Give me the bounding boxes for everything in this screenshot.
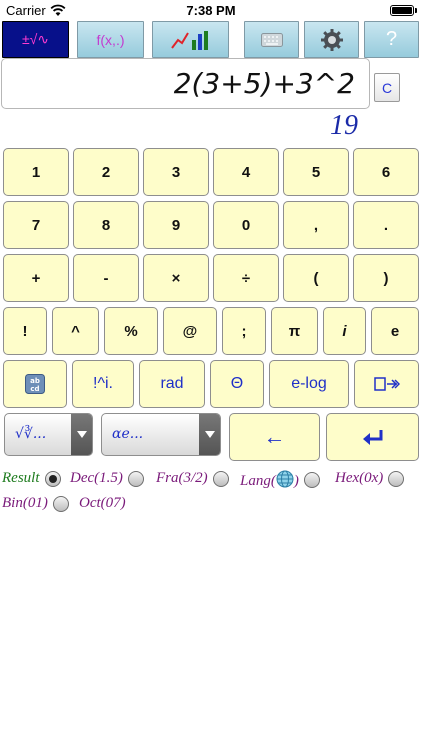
key-minus[interactable]: - [73,254,139,302]
help-button[interactable]: ? [364,21,419,58]
key-close-paren[interactable]: ) [353,254,419,302]
mode-decimal[interactable]: Dec(1.5) [70,470,144,487]
decimal-radio[interactable] [127,470,144,487]
gear-icon [320,28,343,51]
key-8[interactable]: 8 [73,201,139,249]
key-imaginary-label: i [342,322,347,340]
result-value: 19 [330,110,358,141]
key-delete[interactable] [354,360,419,408]
key-0[interactable]: 0 [213,201,279,249]
key-5[interactable]: 5 [283,148,349,196]
key-e-log[interactable]: e-log [269,360,349,408]
math-symbols-button[interactable]: ±√∿ [2,21,69,58]
key-comma[interactable]: , [283,201,349,249]
clear-button[interactable]: C [374,73,400,102]
math-symbols-label: ±√∿ [21,31,50,47]
letters-dropdown-label: αe... [112,426,144,442]
key-divide[interactable]: ÷ [213,254,279,302]
battery-icon [390,5,414,16]
functions-label: f(x,.) [96,31,125,48]
key-open-paren[interactable]: ( [283,254,349,302]
key-letters[interactable]: ab cd [3,360,67,408]
expression-text: 2(3+5)+3^2 [173,67,355,100]
mode-binary[interactable]: Bin(01) [2,495,69,512]
key-power[interactable]: ^ [52,307,99,355]
key-imaginary[interactable]: i [323,307,366,355]
key-pi[interactable]: π [271,307,318,355]
key-3[interactable]: 3 [143,148,209,196]
octal-mode-label: Oct(07) [79,495,126,511]
key-2[interactable]: 2 [73,148,139,196]
help-label: ? [385,28,398,50]
settings-button[interactable] [304,21,359,58]
key-at[interactable]: @ [163,307,217,355]
return-icon [362,430,382,445]
graph-button[interactable] [152,21,229,58]
key-radians[interactable]: rad [139,360,205,408]
hex-radio[interactable] [388,470,405,487]
key-multiply[interactable]: × [143,254,209,302]
key-plus[interactable]: + [3,254,69,302]
globe-icon [276,470,294,488]
key-semicolon[interactable]: ; [222,307,266,355]
key-4[interactable]: 4 [213,148,279,196]
hex-mode-label: Hex(0x) [335,470,384,486]
roots-dropdown[interactable]: √∛... [4,413,93,456]
key-6[interactable]: 6 [353,148,419,196]
key-theta[interactable]: Θ [210,360,264,408]
decimal-mode-label: Dec(1.5) [70,470,123,486]
svg-text:ab: ab [30,377,40,385]
mode-fraction[interactable]: Fra(3/2) [156,470,229,487]
key-percent[interactable]: % [104,307,158,355]
key-9[interactable]: 9 [143,201,209,249]
binary-mode-label: Bin(01) [2,495,48,511]
mode-hex[interactable]: Hex(0x) [335,470,405,487]
key-decimal-point[interactable]: . [353,201,419,249]
clock: 7:38 PM [186,3,236,18]
mode-language[interactable]: Lang( ) [240,470,320,490]
keyboard-icon [260,32,283,47]
result-radio[interactable] [44,470,61,487]
keyboard-button[interactable] [244,21,299,58]
language-mode-label: Lang( ) [240,470,299,490]
chevron-down-icon [71,414,92,455]
key-special-syntax[interactable]: !^i. [72,360,134,408]
svg-text:cd: cd [30,385,39,393]
functions-button[interactable]: f(x,.) [77,21,144,58]
language-radio[interactable] [303,472,320,488]
status-bar: Carrier 7:38 PM [0,0,422,22]
key-1[interactable]: 1 [3,148,69,196]
key-backspace[interactable]: ← [229,413,320,461]
roots-dropdown-label: √∛... [15,426,47,442]
clear-label: C [381,79,393,96]
mode-result[interactable]: Result [2,470,61,487]
fraction-mode-label: Fra(3/2) [156,470,208,486]
fraction-radio[interactable] [212,470,229,487]
result-mode-label: Result [2,470,40,486]
key-7[interactable]: 7 [3,201,69,249]
expression-input[interactable]: 2(3+5)+3^2 [1,58,370,109]
key-factorial[interactable]: ! [3,307,47,355]
delete-icon [373,377,400,391]
binary-radio[interactable] [52,495,69,512]
mode-octal[interactable]: Oct(07) [79,495,126,512]
key-euler[interactable]: e [371,307,419,355]
chart-icon [170,30,208,50]
letters-dropdown[interactable]: αe... [101,413,221,456]
key-enter[interactable] [326,413,419,461]
chevron-down-icon [199,414,220,455]
abcd-icon: ab cd [25,374,45,394]
